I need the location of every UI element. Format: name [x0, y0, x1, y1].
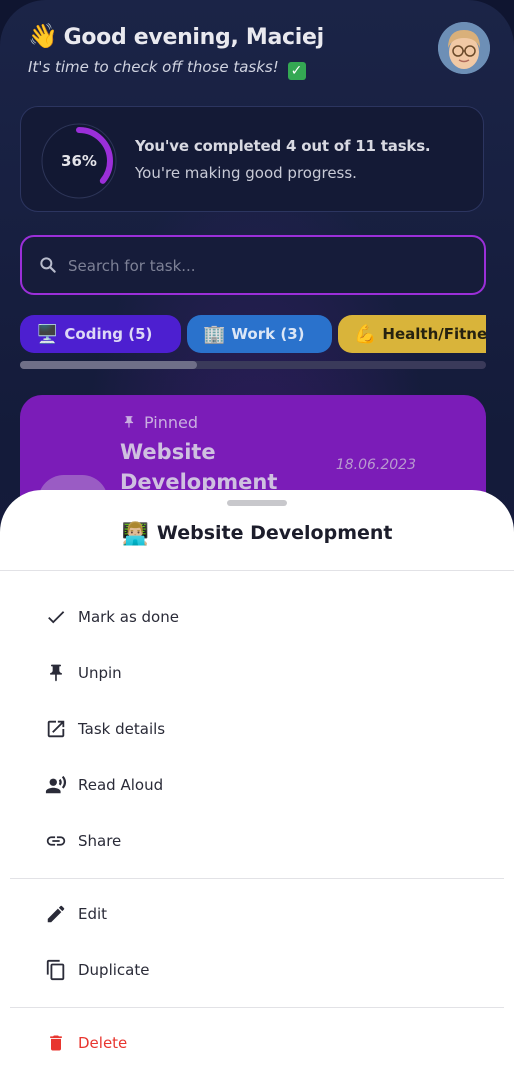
- progress-percent: 36%: [61, 152, 97, 170]
- sheet-title: 👨🏼‍💻 Website Development: [0, 522, 514, 547]
- menu-item-label: Delete: [78, 1034, 128, 1052]
- link-icon: [44, 829, 68, 853]
- sheet-title-text: Website Development: [156, 522, 393, 544]
- category-chips: 🖥️ Coding (5) 🏢 Work (3) 💪 Health/Fitness: [20, 315, 486, 355]
- divider: [0, 570, 514, 571]
- avatar[interactable]: [438, 22, 490, 74]
- delete-icon: [44, 1031, 68, 1055]
- menu-item-label: Edit: [78, 905, 108, 923]
- subtitle-text: It's time to check off those tasks!: [28, 58, 279, 76]
- menu-item-duplicate[interactable]: Duplicate: [44, 952, 149, 988]
- technologist-icon: 👨🏼‍💻: [121, 522, 149, 547]
- menu-item-label: Task details: [78, 720, 166, 738]
- progress-subtitle: You're making good progress.: [135, 164, 357, 182]
- progress-title: You've completed 4 out of 11 tasks.: [135, 137, 431, 155]
- category-chip-health[interactable]: 💪 Health/Fitness: [338, 315, 486, 353]
- greeting: 👋 Good evening, Maciej: [28, 22, 324, 50]
- chips-scrollbar[interactable]: [20, 361, 486, 369]
- search-box[interactable]: [20, 235, 486, 295]
- avatar-icon: [438, 22, 490, 74]
- menu-item-read-aloud[interactable]: Read Aloud: [44, 767, 163, 803]
- greeting-text: Good evening, Maciej: [63, 25, 325, 50]
- chip-label: Coding (5): [64, 325, 153, 343]
- menu-item-mark-done[interactable]: Mark as done: [44, 599, 179, 635]
- open-in-new-icon: [44, 717, 68, 741]
- menu-item-label: Mark as done: [78, 608, 179, 626]
- chips-scrollbar-thumb[interactable]: [20, 361, 197, 369]
- menu-item-label: Duplicate: [78, 961, 150, 979]
- menu-item-label: Unpin: [78, 664, 122, 682]
- task-name: Website Development: [120, 440, 278, 494]
- pinned-label: Pinned: [144, 413, 199, 432]
- office-building-icon: 🏢: [203, 323, 226, 345]
- app-screen: 👋 Good evening, Maciej It's time to check…: [0, 0, 514, 1092]
- task-date: 18.06.2023: [335, 457, 416, 473]
- edit-icon: [44, 902, 68, 926]
- sheet-drag-handle[interactable]: [227, 500, 287, 506]
- record-voice-icon: [44, 773, 68, 797]
- desktop-computer-icon: 🖥️: [36, 323, 59, 345]
- menu-item-delete[interactable]: Delete: [44, 1025, 127, 1061]
- menu-item-task-details[interactable]: Task details: [44, 711, 165, 747]
- copy-icon: [44, 958, 68, 982]
- pin-icon: [124, 416, 134, 428]
- category-chip-work[interactable]: 🏢 Work (3): [187, 315, 332, 353]
- wave-icon: 👋: [28, 22, 58, 50]
- check-icon: [44, 605, 68, 629]
- menu-item-label: Read Aloud: [78, 776, 164, 794]
- pinned-indicator: Pinned: [122, 413, 198, 432]
- chip-label: Work (3): [231, 325, 305, 343]
- divider: [10, 878, 504, 879]
- progress-ring: 36%: [39, 121, 119, 201]
- menu-item-share[interactable]: Share: [44, 823, 121, 859]
- divider: [10, 1007, 504, 1008]
- search-icon: [40, 257, 56, 273]
- search-input[interactable]: [66, 251, 460, 281]
- chip-label: Health/Fitness: [382, 325, 486, 343]
- pin-icon: [44, 661, 68, 685]
- menu-item-edit[interactable]: Edit: [44, 896, 107, 932]
- bottom-sheet: 👨🏼‍💻 Website Development Mark as done Unp…: [0, 490, 514, 1092]
- greeting-subtitle: It's time to check off those tasks! ✓: [28, 58, 306, 80]
- menu-item-unpin[interactable]: Unpin: [44, 655, 122, 691]
- flexed-biceps-icon: 💪: [354, 323, 377, 345]
- category-chip-coding[interactable]: 🖥️ Coding (5): [20, 315, 181, 353]
- menu-item-label: Share: [78, 832, 122, 850]
- check-mark-icon: ✓: [287, 62, 306, 80]
- progress-card: 36% You've completed 4 out of 11 tasks. …: [20, 106, 484, 212]
